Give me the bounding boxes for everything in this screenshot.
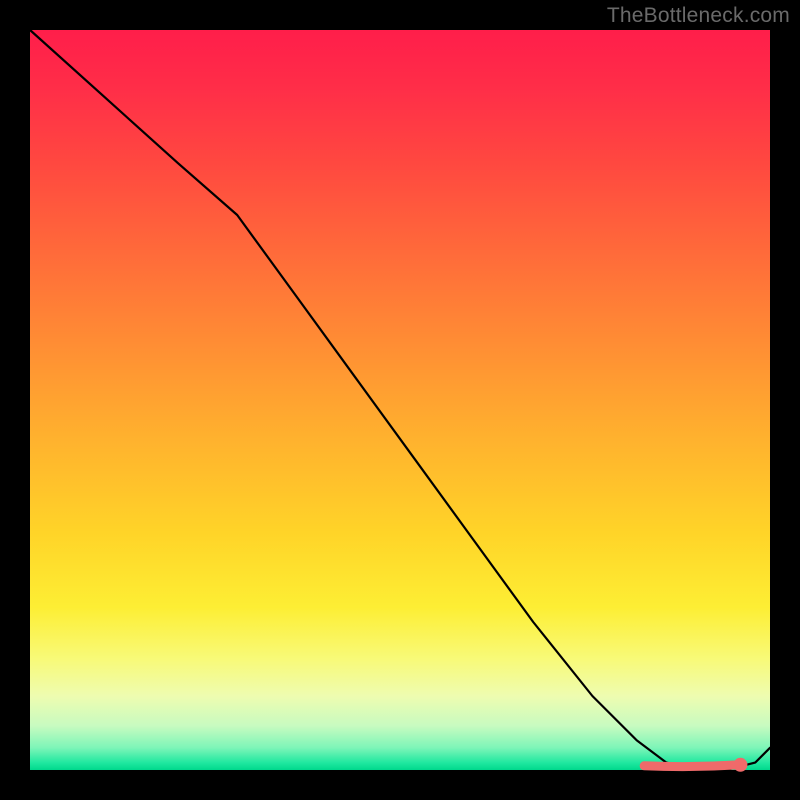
bottleneck-curve <box>30 30 770 770</box>
watermark-text: TheBottleneck.com <box>607 4 790 28</box>
chart-svg <box>30 30 770 770</box>
plot-area <box>30 30 770 770</box>
optimal-point-dot <box>733 758 747 772</box>
chart-frame: TheBottleneck.com <box>0 0 800 800</box>
